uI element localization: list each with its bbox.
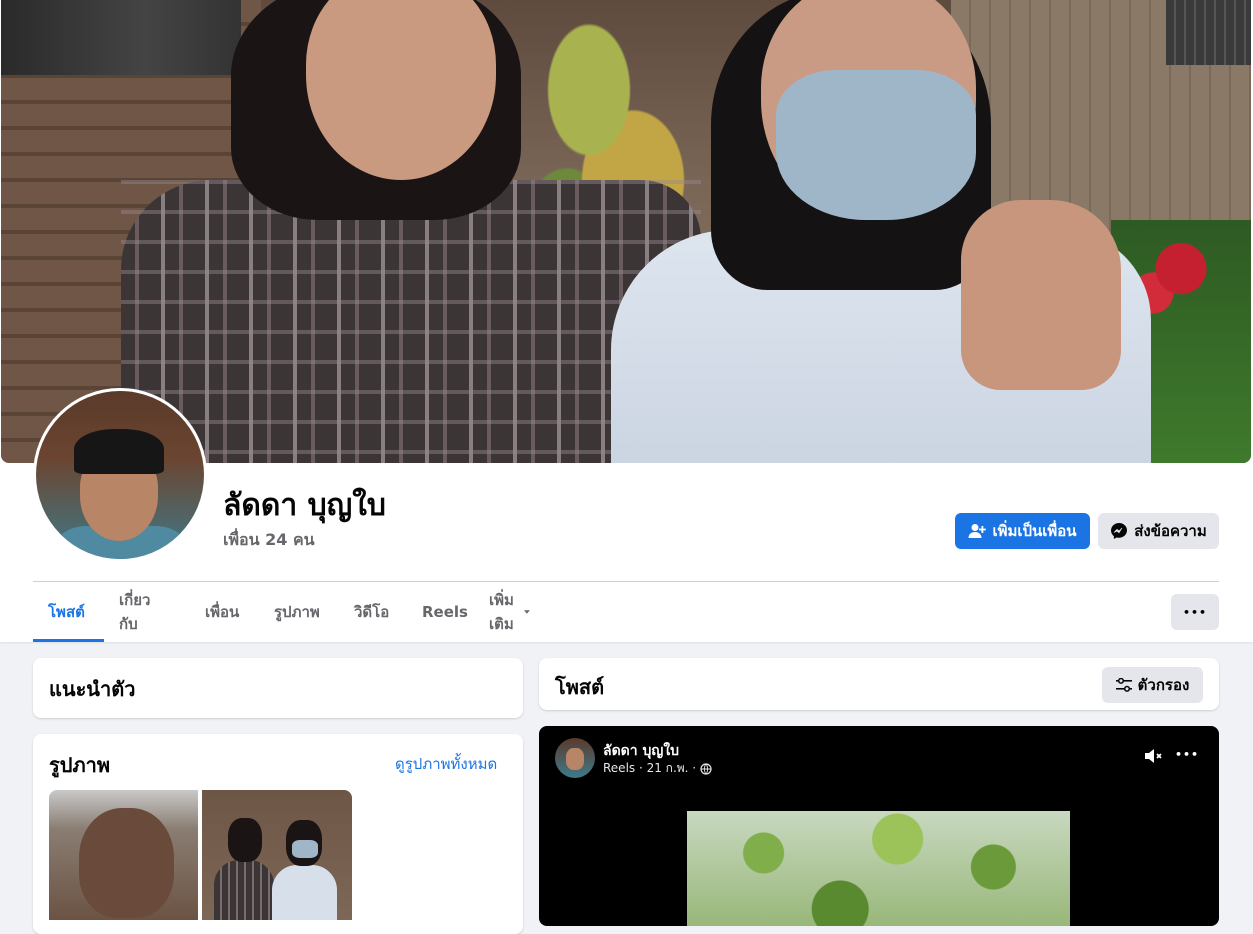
profile-name: ลัดดา บุญใบ — [223, 488, 386, 523]
tab-posts[interactable]: โพสต์ — [48, 582, 85, 642]
cover-face-mask — [776, 70, 976, 220]
tab-more-label: เพิ่มเติม — [489, 591, 514, 633]
tab-about[interactable]: เกี่ยวกับ — [119, 582, 150, 642]
tab-reels-label: Reels — [422, 603, 468, 621]
thumbnail-face — [79, 808, 174, 918]
avatar-face — [566, 748, 584, 770]
tab-more[interactable]: เพิ่มเติม — [489, 582, 530, 642]
thumbnail-person — [272, 865, 337, 920]
message-button[interactable]: ส่งข้อความ — [1098, 513, 1219, 549]
profile-avatar[interactable] — [33, 388, 207, 562]
tab-about-label: เกี่ยวกับ — [119, 591, 151, 633]
messenger-icon — [1111, 523, 1128, 539]
cover-window-left — [1, 0, 241, 75]
cover-photo[interactable] — [1, 0, 1251, 463]
cover-window-right — [1166, 0, 1251, 65]
posts-header-card: โพสต์ ตัวกรอง — [539, 658, 1219, 710]
caret-down-icon — [524, 610, 530, 614]
add-friend-label: เพิ่มเป็นเพื่อน — [992, 522, 1077, 540]
photos-title: รูปภาพ — [49, 753, 111, 777]
tab-friends[interactable]: เพื่อน — [205, 582, 239, 642]
profile-more-button[interactable]: ••• — [1171, 594, 1219, 630]
reel-post: ลัดดา บุญใบ Reels · 21 ก.พ. · ••• — [539, 726, 1219, 926]
tab-reels[interactable]: Reels — [422, 582, 468, 642]
avatar-photo — [36, 391, 204, 559]
filter-label: ตัวกรอง — [1137, 676, 1190, 694]
thumbnail-hair — [228, 818, 262, 862]
tab-photos[interactable]: รูปภาพ — [274, 582, 320, 642]
globe-icon — [700, 762, 712, 775]
thumbnail-person — [214, 860, 274, 920]
filter-button[interactable]: ตัวกรอง — [1102, 667, 1203, 703]
see-all-photos-link[interactable]: ดูรูปภาพทั้งหมด — [395, 752, 497, 776]
tab-friends-label: เพื่อน — [205, 603, 240, 621]
mute-button[interactable] — [1142, 744, 1166, 768]
posts-title: โพสต์ — [555, 675, 605, 699]
tab-photos-label: รูปภาพ — [274, 603, 320, 621]
message-label: ส่งข้อความ — [1134, 522, 1207, 540]
tab-videos[interactable]: วิดีโอ — [354, 582, 389, 642]
post-author-avatar[interactable] — [555, 738, 595, 778]
more-dots-icon: ••• — [1174, 747, 1200, 761]
add-friend-button[interactable]: เพิ่มเป็นเพื่อน — [955, 513, 1090, 549]
filter-sliders-icon — [1115, 678, 1132, 692]
photo-thumbnail[interactable] — [202, 790, 352, 920]
cover-arm — [961, 200, 1121, 390]
avatar-hair — [74, 429, 164, 474]
tab-videos-label: วิดีโอ — [354, 603, 390, 621]
post-meta: Reels · 21 ก.พ. · — [603, 759, 712, 778]
speaker-muted-icon — [1145, 749, 1162, 763]
photos-card: รูปภาพ ดูรูปภาพทั้งหมด — [33, 734, 523, 934]
more-dots-icon: ••• — [1182, 605, 1208, 619]
active-tab-indicator — [33, 639, 104, 642]
post-more-button[interactable]: ••• — [1175, 742, 1199, 766]
photo-thumbnail[interactable] — [49, 790, 198, 920]
tab-posts-label: โพสต์ — [48, 603, 85, 621]
thumbnail-mask — [292, 840, 318, 858]
intro-card: แนะนำตัว — [33, 658, 523, 718]
friend-count[interactable]: เพื่อน 24 คน — [223, 528, 315, 553]
person-plus-icon — [968, 524, 987, 538]
intro-title: แนะนำตัว — [49, 677, 136, 701]
post-meta-text: Reels · 21 ก.พ. · — [603, 761, 697, 775]
